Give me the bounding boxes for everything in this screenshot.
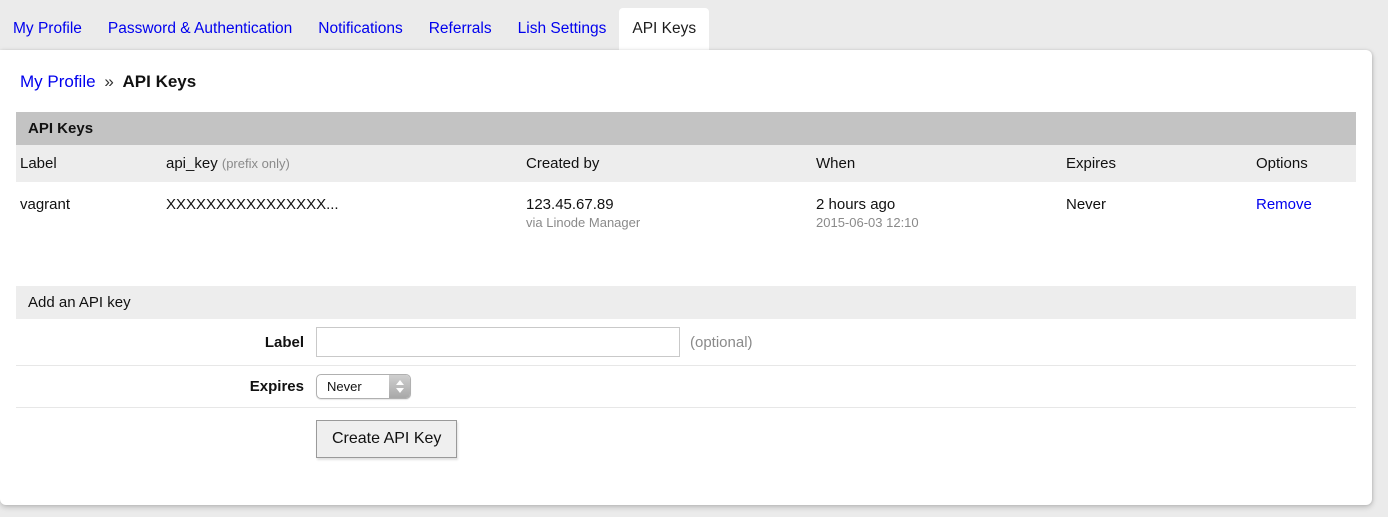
created-by-via: via Linode Manager — [526, 215, 804, 230]
create-api-key-button[interactable]: Create API Key — [316, 420, 457, 458]
breadcrumb-current: API Keys — [123, 72, 197, 91]
label-form-row: Label (optional) — [16, 319, 1356, 366]
cell-key-prefix: XXXXXXXXXXXXXXXX... — [162, 182, 522, 256]
breadcrumb-my-profile-link[interactable]: My Profile — [20, 72, 96, 91]
expires-select[interactable]: Never — [316, 374, 411, 399]
when-relative: 2 hours ago — [816, 196, 1054, 213]
label-input[interactable] — [316, 327, 680, 357]
column-header-api-key-note: (prefix only) — [222, 156, 290, 171]
breadcrumb-separator: » — [104, 72, 113, 91]
tab-my-profile[interactable]: My Profile — [0, 8, 95, 50]
remove-link[interactable]: Remove — [1256, 196, 1312, 213]
table-header-row: Label api_key (prefix only) Created by W… — [16, 145, 1356, 182]
api-keys-table-section: API Keys Label api_key (prefix only) Cre… — [16, 112, 1356, 256]
column-header-created-by: Created by — [522, 145, 812, 182]
cell-when: 2 hours ago 2015-06-03 12:10 — [812, 182, 1062, 256]
api-key-row: vagrant XXXXXXXXXXXXXXXX... 123.45.67.89… — [16, 182, 1356, 256]
api-keys-table: Label api_key (prefix only) Created by W… — [16, 145, 1356, 256]
content-panel: My Profile » API Keys API Keys Label api… — [0, 50, 1372, 505]
column-header-api-key-text: api_key — [166, 155, 218, 172]
column-header-when: When — [812, 145, 1062, 182]
select-stepper-icon — [389, 375, 410, 398]
cell-expires: Never — [1062, 182, 1252, 256]
created-by-ip: 123.45.67.89 — [526, 196, 804, 213]
expires-field-label: Expires — [16, 378, 316, 395]
breadcrumb: My Profile » API Keys — [16, 50, 1356, 92]
column-header-options: Options — [1252, 145, 1356, 182]
tab-password-authentication[interactable]: Password & Authentication — [95, 8, 305, 50]
table-title: API Keys — [16, 112, 1356, 145]
expires-form-row: Expires Never — [16, 366, 1356, 408]
tab-notifications[interactable]: Notifications — [305, 8, 415, 50]
cell-created-by: 123.45.67.89 via Linode Manager — [522, 182, 812, 256]
chevron-up-icon — [396, 380, 404, 385]
expires-field-control: Never — [316, 374, 411, 399]
chevron-down-icon — [396, 388, 404, 393]
column-header-label: Label — [16, 145, 162, 182]
column-header-api-key: api_key (prefix only) — [162, 145, 522, 182]
expires-select-value: Never — [317, 375, 389, 398]
tab-api-keys[interactable]: API Keys — [619, 8, 709, 50]
when-date: 2015-06-03 12:10 — [816, 215, 1054, 230]
tab-referrals[interactable]: Referrals — [416, 8, 505, 50]
submit-form-row: Create API Key — [16, 408, 1356, 474]
column-header-expires: Expires — [1062, 145, 1252, 182]
add-api-key-title: Add an API key — [16, 286, 1356, 319]
tab-bar: My Profile Password & Authentication Not… — [0, 0, 1388, 50]
add-api-key-section: Add an API key Label (optional) Expires … — [16, 286, 1356, 474]
label-field-label: Label — [16, 334, 316, 351]
cell-options: Remove — [1252, 182, 1356, 256]
tab-lish-settings[interactable]: Lish Settings — [505, 8, 620, 50]
label-optional-note: (optional) — [690, 334, 753, 351]
cell-key-label: vagrant — [16, 182, 162, 256]
label-field-control: (optional) — [316, 327, 753, 357]
submit-control: Create API Key — [316, 420, 457, 458]
